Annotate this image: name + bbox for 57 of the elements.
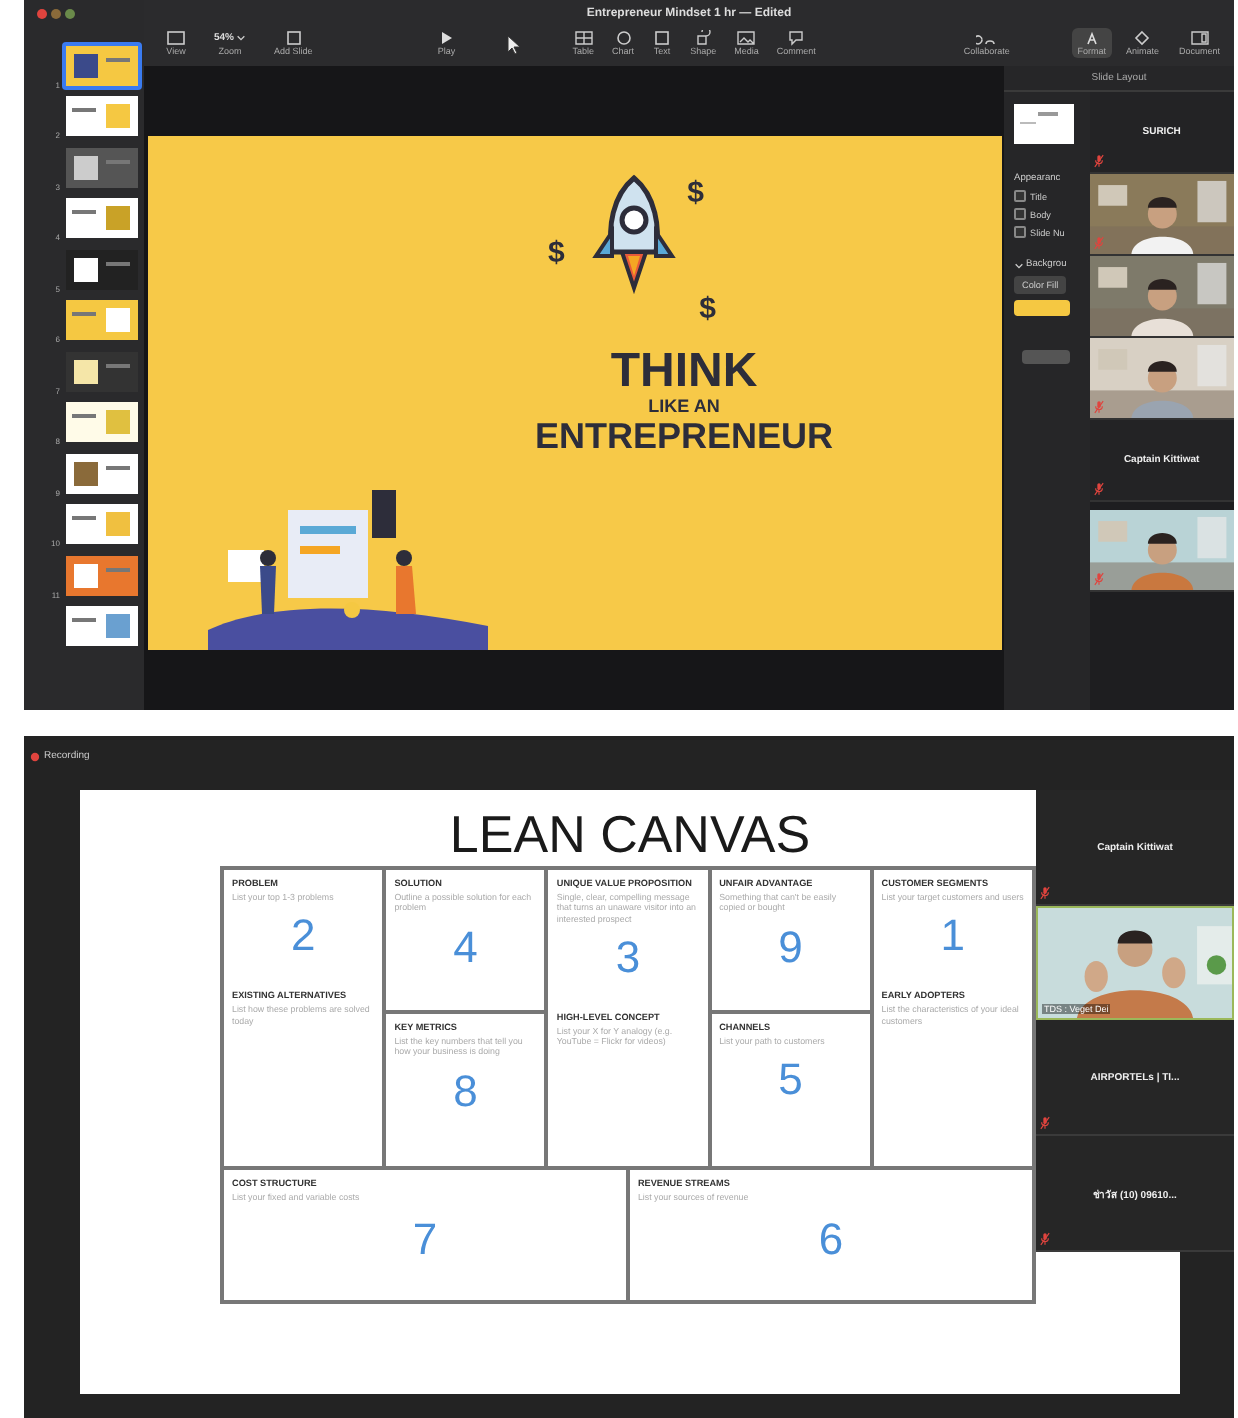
muted-mic-icon bbox=[1093, 482, 1104, 496]
block-number: 3 bbox=[613, 935, 643, 980]
muted-mic-icon bbox=[1040, 1232, 1050, 1246]
muted-mic-icon bbox=[1093, 154, 1104, 168]
slide-subtitle: LIKE AN bbox=[648, 398, 720, 416]
slide-thumbnail[interactable] bbox=[62, 500, 142, 548]
slide-thumbnail[interactable] bbox=[62, 143, 142, 191]
slide-thumbnail[interactable] bbox=[62, 398, 142, 446]
checkbox[interactable] bbox=[1014, 190, 1026, 202]
muted-mic-icon bbox=[1093, 572, 1104, 586]
chart-icon bbox=[613, 30, 634, 46]
slide-title: THINK bbox=[610, 348, 758, 396]
block-number: 9 bbox=[776, 925, 805, 970]
dollar-sign: $ bbox=[548, 236, 565, 270]
block-number: 2 bbox=[288, 914, 318, 959]
canvas-title: LEAN CANVAS bbox=[447, 802, 813, 866]
slide-title: ENTREPRENEUR bbox=[534, 418, 834, 454]
layout-thumbnail[interactable] bbox=[1014, 104, 1074, 144]
block-number: 5 bbox=[776, 1058, 805, 1103]
slide-thumbnail[interactable] bbox=[62, 92, 142, 140]
dollar-sign: $ bbox=[687, 176, 704, 210]
slide-thumbnail[interactable] bbox=[62, 449, 142, 497]
block-number: 8 bbox=[451, 1069, 480, 1114]
diamond-icon bbox=[1132, 30, 1153, 46]
muted-mic-icon bbox=[1040, 886, 1050, 900]
checkbox[interactable] bbox=[1014, 226, 1026, 238]
shape-icon bbox=[693, 30, 714, 46]
caret-icon bbox=[236, 34, 247, 42]
slide-thumbnail[interactable] bbox=[62, 602, 142, 650]
slide-thumbnail[interactable] bbox=[62, 347, 142, 395]
block-number: 4 bbox=[451, 925, 480, 970]
sidebar-icon bbox=[166, 30, 186, 46]
slide-thumbnail[interactable] bbox=[62, 296, 142, 344]
slide-thumbnail[interactable] bbox=[62, 245, 142, 293]
muted-mic-icon bbox=[1093, 400, 1104, 414]
slide-thumbnail[interactable] bbox=[62, 194, 142, 242]
block-number: 7 bbox=[410, 1218, 440, 1263]
document-icon bbox=[1189, 30, 1210, 46]
block-number: 6 bbox=[816, 1218, 846, 1263]
slide-thumbnail[interactable] bbox=[62, 41, 142, 89]
muted-mic-icon bbox=[1040, 1116, 1050, 1130]
text-box-icon bbox=[652, 30, 673, 46]
play-icon bbox=[436, 30, 457, 46]
muted-mic-icon bbox=[1093, 236, 1104, 250]
table-icon bbox=[573, 30, 594, 46]
dollar-sign: $ bbox=[699, 292, 716, 326]
window-controls-icon[interactable] bbox=[36, 8, 76, 20]
caret-icon bbox=[1014, 261, 1024, 269]
slide-thumbnail[interactable] bbox=[62, 551, 142, 599]
cursor-icon bbox=[506, 33, 523, 53]
image-icon bbox=[736, 30, 757, 46]
block-number: 1 bbox=[938, 914, 968, 959]
comment-icon bbox=[786, 30, 807, 46]
recording-icon bbox=[30, 751, 40, 761]
checkbox[interactable] bbox=[1014, 208, 1026, 220]
color-well[interactable] bbox=[1014, 300, 1070, 316]
add-slide-icon bbox=[283, 30, 304, 46]
